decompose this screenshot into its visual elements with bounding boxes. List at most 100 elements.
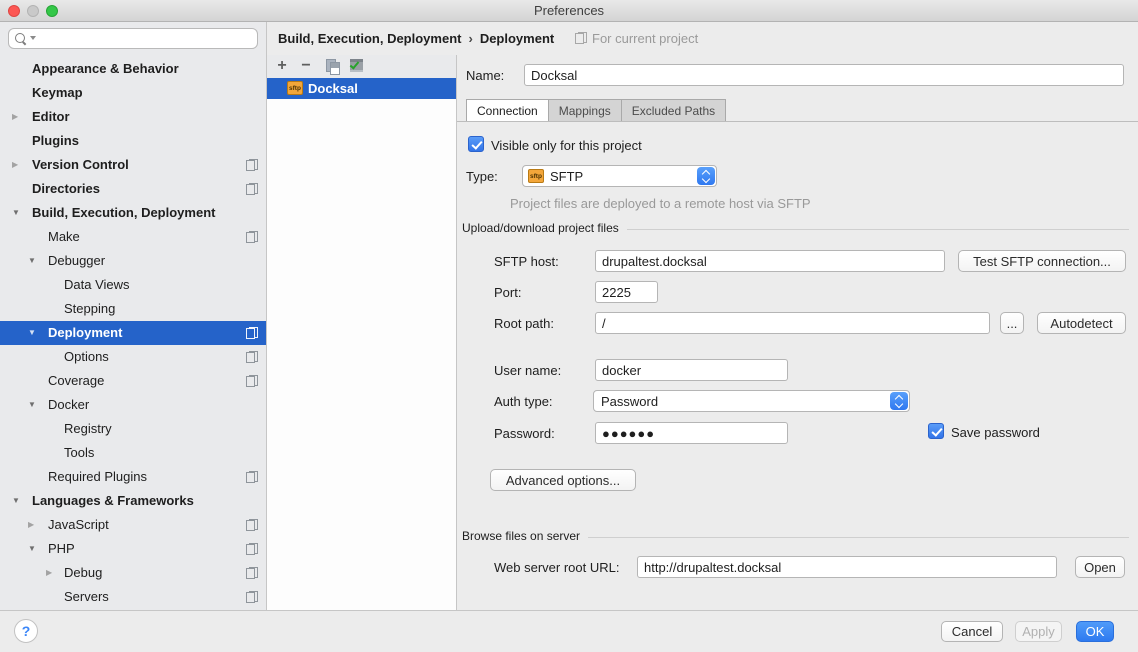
browse-root-path-button[interactable]: ... — [1000, 312, 1024, 334]
sidebar-item-appearance-behavior[interactable]: Appearance & Behavior — [0, 57, 266, 81]
chevron-down-icon[interactable]: ▼ — [28, 537, 36, 561]
chevron-right-icon[interactable]: ▶ — [46, 561, 52, 585]
sidebar-item-make[interactable]: Make — [0, 225, 266, 249]
chevron-right-icon[interactable]: ▶ — [12, 105, 18, 129]
chevron-down-icon[interactable]: ▼ — [12, 201, 20, 225]
chevron-down-icon[interactable]: ▼ — [28, 393, 36, 417]
sidebar-item-label: Appearance & Behavior — [32, 57, 179, 81]
web-root-field[interactable] — [637, 556, 1057, 578]
sidebar-item-plugins[interactable]: Plugins — [0, 129, 266, 153]
breadcrumb-parent[interactable]: Build, Execution, Deployment — [278, 31, 461, 46]
sidebar-item-javascript[interactable]: ▶JavaScript — [0, 513, 266, 537]
sidebar-item-registry[interactable]: Registry — [0, 417, 266, 441]
search-options-chevron-icon[interactable] — [30, 36, 36, 40]
sidebar-item-label: Docker — [48, 393, 89, 417]
project-scope-icon — [246, 351, 258, 363]
tab-excluded-paths[interactable]: Excluded Paths — [621, 99, 726, 122]
chevron-right-icon[interactable]: ▶ — [12, 153, 18, 177]
apply-button[interactable]: Apply — [1015, 621, 1062, 642]
dropdown-stepper-icon[interactable] — [697, 167, 715, 185]
add-server-button[interactable]: + — [273, 57, 291, 75]
window-title: Preferences — [0, 3, 1138, 18]
chevron-right-icon[interactable]: ▶ — [28, 513, 34, 537]
open-url-button[interactable]: Open — [1075, 556, 1125, 578]
chevron-down-icon[interactable]: ▼ — [28, 249, 36, 273]
sidebar-item-stepping[interactable]: Stepping — [0, 297, 266, 321]
user-name-field[interactable] — [595, 359, 788, 381]
user-name-label: User name: — [494, 363, 561, 378]
sidebar-item-label: Languages & Frameworks — [32, 489, 194, 513]
type-dropdown[interactable]: sftp SFTP — [522, 165, 717, 187]
ok-button[interactable]: OK — [1076, 621, 1114, 642]
server-name-label: Docksal — [308, 78, 358, 99]
auth-type-dropdown[interactable]: Password — [593, 390, 910, 412]
sidebar-item-label: Version Control — [32, 153, 129, 177]
sidebar-item-required-plugins[interactable]: Required Plugins — [0, 465, 266, 489]
title-bar: Preferences — [0, 0, 1138, 22]
copy-icon — [326, 59, 339, 73]
name-field[interactable] — [524, 64, 1124, 86]
sidebar-item-label: PHP — [48, 537, 75, 561]
sidebar-item-tools[interactable]: Tools — [0, 441, 266, 465]
sftp-host-field[interactable] — [595, 250, 945, 272]
copy-server-button[interactable] — [323, 57, 341, 75]
sidebar-item-keymap[interactable]: Keymap — [0, 81, 266, 105]
sidebar-item-deployment[interactable]: ▼Deployment — [0, 321, 266, 345]
cancel-button[interactable]: Cancel — [941, 621, 1003, 642]
help-button[interactable]: ? — [14, 619, 38, 643]
section-divider — [588, 537, 1129, 538]
sftp-host-label: SFTP host: — [494, 254, 559, 269]
sidebar-item-label: Keymap — [32, 81, 83, 105]
breadcrumb-separator-icon: › — [461, 31, 479, 46]
sidebar-item-coverage[interactable]: Coverage — [0, 369, 266, 393]
sidebar-item-version-control[interactable]: ▶ Version Control — [0, 153, 266, 177]
use-as-default-button[interactable] — [347, 57, 365, 75]
sidebar-item-debugger[interactable]: ▼ Debugger — [0, 249, 266, 273]
project-scope-icon — [246, 543, 258, 555]
chevron-down-icon[interactable]: ▼ — [28, 321, 36, 345]
sidebar-item-docker[interactable]: ▼ Docker — [0, 393, 266, 417]
sidebar-item-directories[interactable]: Directories — [0, 177, 266, 201]
password-field[interactable] — [595, 422, 788, 444]
remove-server-button[interactable]: − — [297, 57, 315, 75]
search-input[interactable] — [8, 28, 258, 49]
project-scope-icon — [246, 327, 258, 339]
port-field[interactable] — [595, 281, 658, 303]
breadcrumb: Build, Execution, Deployment›Deployment — [278, 31, 554, 46]
auth-type-label: Auth type: — [494, 394, 553, 409]
sidebar-item-label: Required Plugins — [48, 465, 147, 489]
chevron-down-icon[interactable]: ▼ — [12, 489, 20, 513]
advanced-options-button[interactable]: Advanced options... — [490, 469, 636, 491]
type-label: Type: — [466, 169, 498, 184]
password-label: Password: — [494, 426, 555, 441]
default-server-icon — [350, 59, 363, 72]
project-scope-icon — [246, 183, 258, 195]
sidebar-item-label: Debugger — [48, 249, 105, 273]
tab-connection[interactable]: Connection — [466, 99, 548, 122]
sidebar-item-php[interactable]: ▼ PHP — [0, 537, 266, 561]
project-scope-icon — [246, 231, 258, 243]
upload-section-header: Upload/download project files — [462, 221, 1129, 235]
sidebar-item-options[interactable]: Options — [0, 345, 266, 369]
dropdown-stepper-icon[interactable] — [890, 392, 908, 410]
save-password-checkbox[interactable] — [928, 423, 944, 439]
tab-bar: Connection Mappings Excluded Paths — [466, 99, 726, 122]
sidebar-item-data-views[interactable]: Data Views — [0, 273, 266, 297]
project-scope-icon — [246, 159, 258, 171]
root-path-field[interactable] — [595, 312, 990, 334]
sidebar-item-build-execution-deployment[interactable]: ▼Build, Execution, Deployment — [0, 201, 266, 225]
sidebar-item-servers[interactable]: Servers — [0, 585, 266, 609]
port-label: Port: — [494, 285, 521, 300]
autodetect-button[interactable]: Autodetect — [1037, 312, 1126, 334]
save-password-label: Save password — [951, 425, 1040, 440]
server-list-item-docksal[interactable]: sftp Docksal — [267, 78, 456, 99]
upload-section-label: Upload/download project files — [462, 221, 619, 235]
sidebar-item-label: Editor — [32, 105, 70, 129]
sidebar-item-languages-frameworks[interactable]: ▼ Languages & Frameworks — [0, 489, 266, 513]
visible-only-checkbox[interactable] — [468, 136, 484, 152]
sidebar-item-editor[interactable]: ▶ Editor — [0, 105, 266, 129]
section-divider — [627, 229, 1129, 230]
tab-mappings[interactable]: Mappings — [548, 99, 621, 122]
test-sftp-connection-button[interactable]: Test SFTP connection... — [958, 250, 1126, 272]
sidebar-item-debug[interactable]: ▶Debug — [0, 561, 266, 585]
